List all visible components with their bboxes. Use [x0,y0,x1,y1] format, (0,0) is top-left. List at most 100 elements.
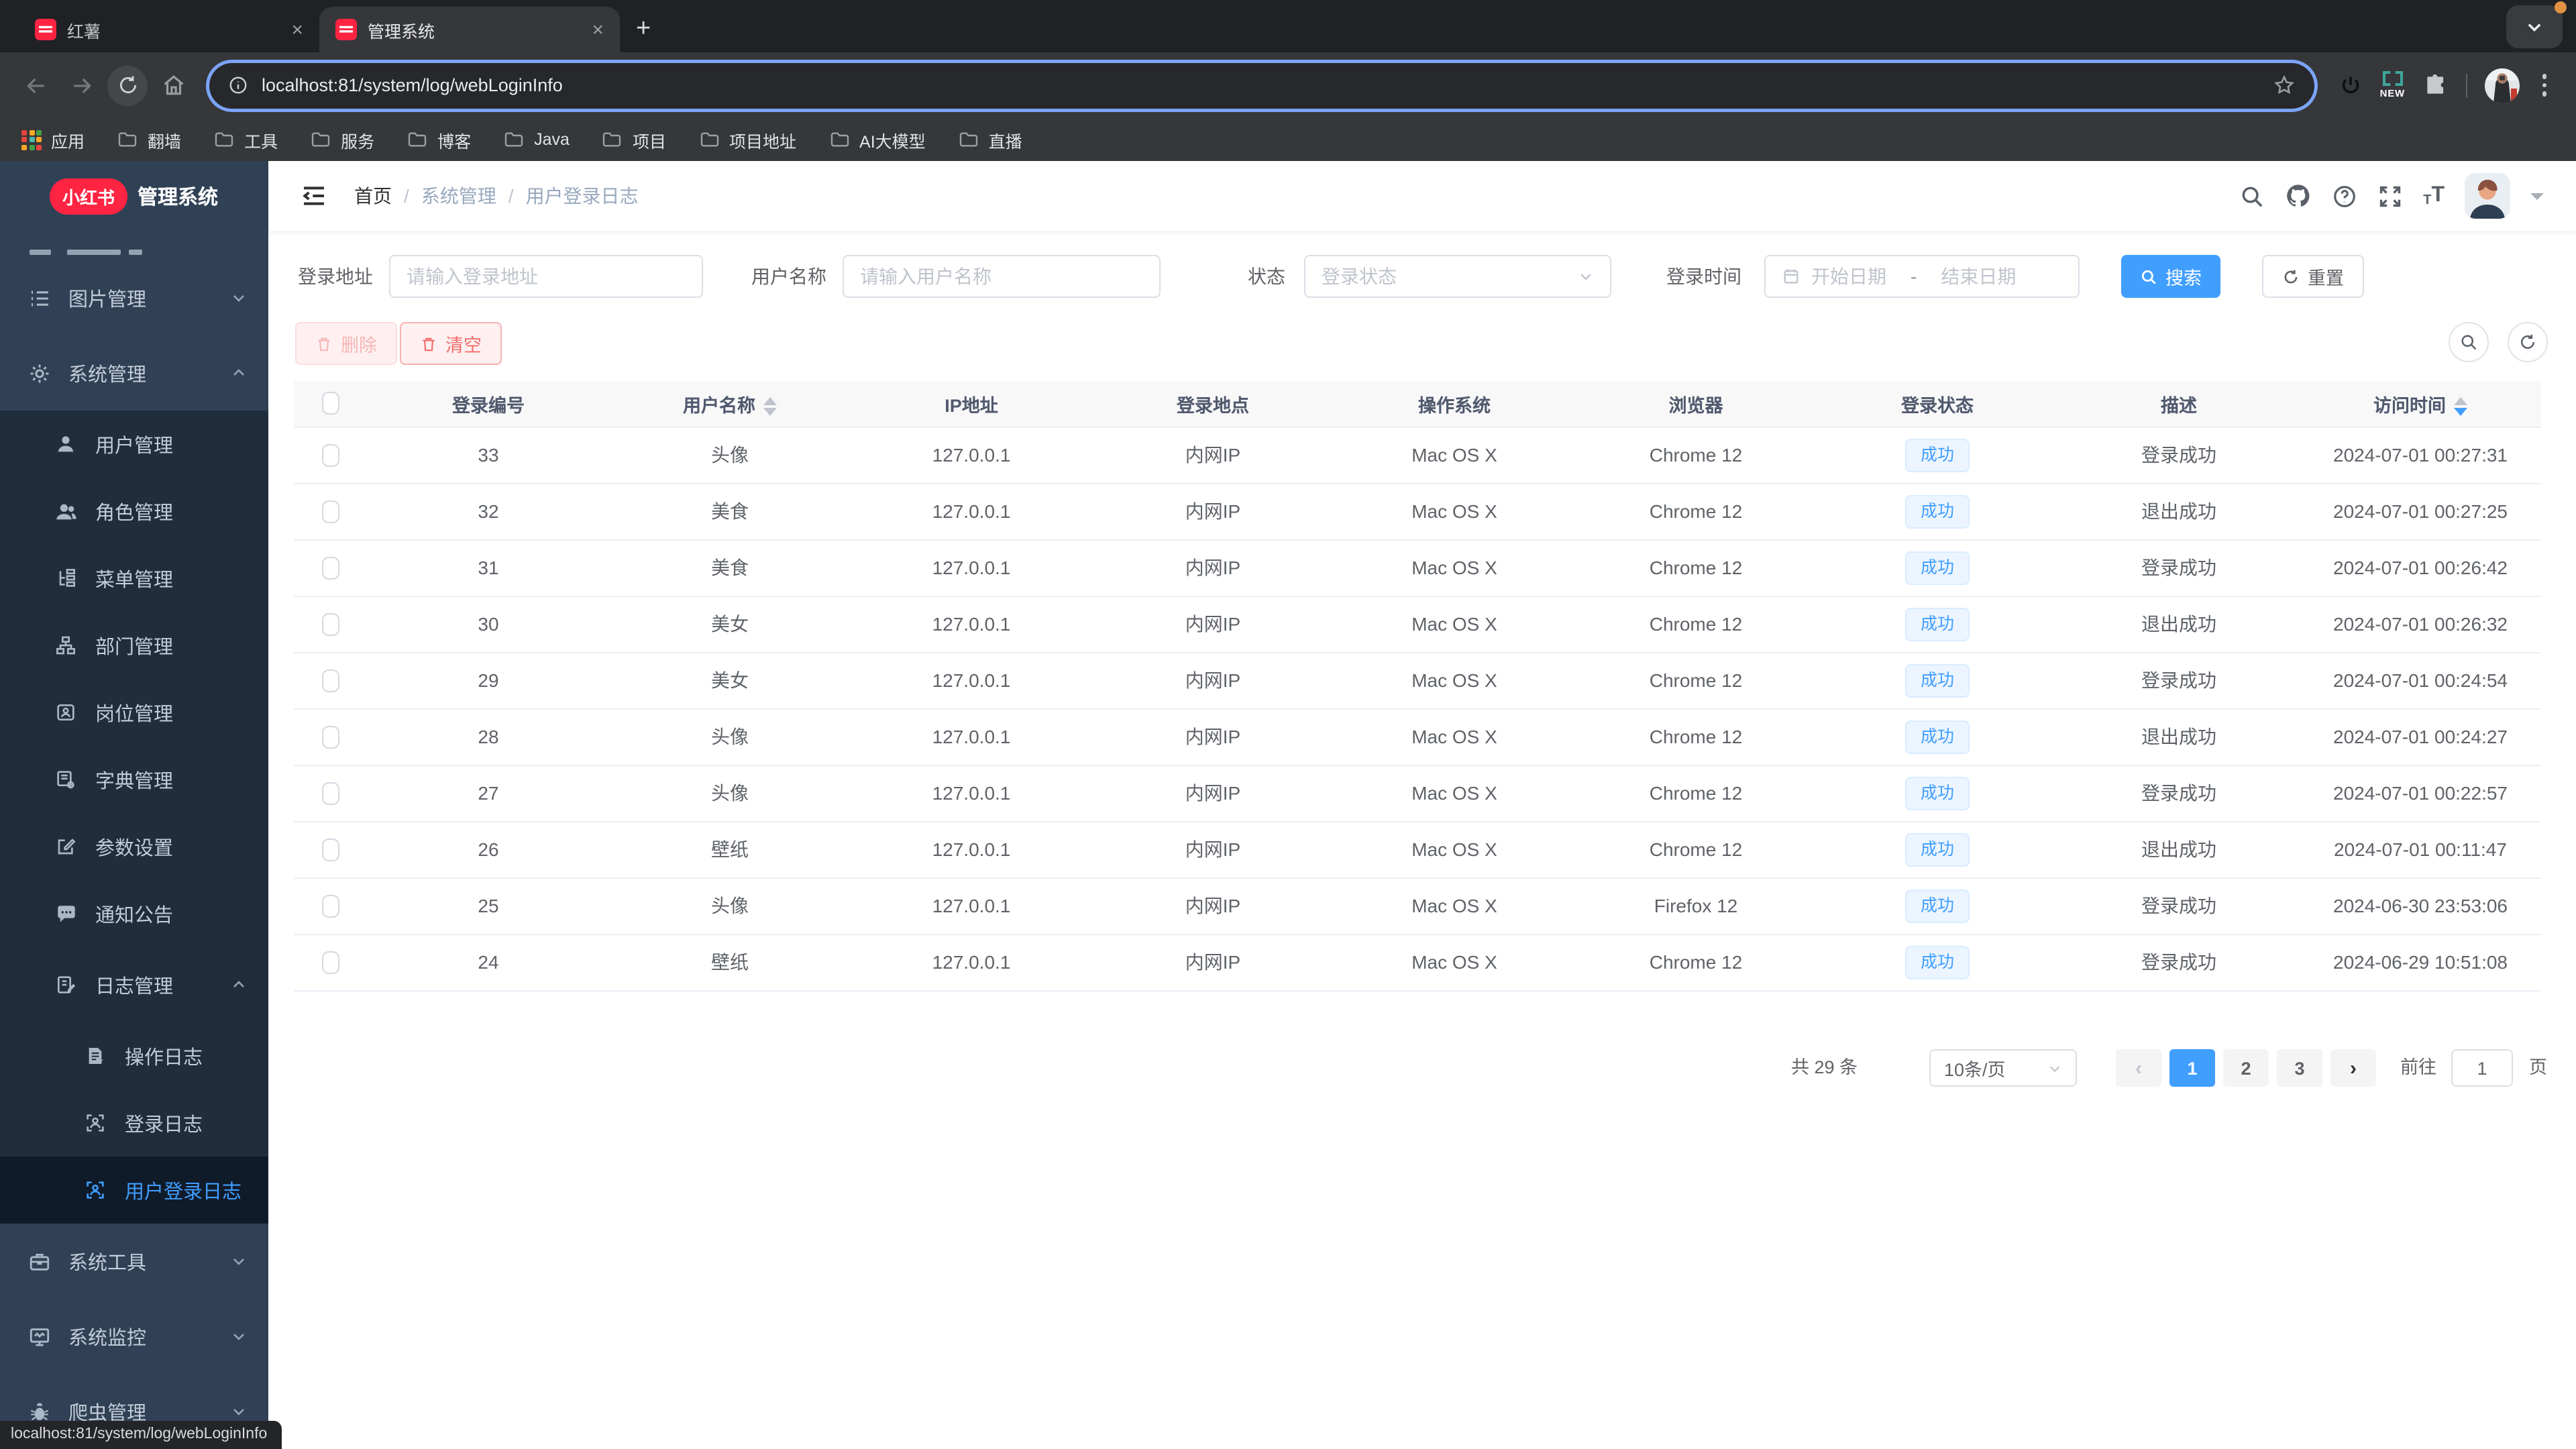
org-icon [54,633,78,657]
bookmark-ai-models[interactable]: AI大模型 [828,127,926,152]
sidebar-item-login-log[interactable]: 登录日志 [0,1089,268,1157]
cell-login-id: 33 [368,427,609,484]
extensions-puzzle-icon[interactable] [2422,72,2448,98]
breadcrumb-home[interactable]: 首页 [354,182,392,209]
row-checkbox[interactable] [322,556,339,580]
screenshot-extension-icon[interactable]: NEW [2380,71,2405,99]
dict-icon [54,767,78,792]
browser-profile-avatar[interactable] [2484,68,2519,103]
reload-button[interactable] [107,65,148,105]
page-button-3[interactable]: 3 [2277,1049,2322,1087]
bookmark-project[interactable]: 项目 [602,127,666,152]
sidebar-item-param-settings[interactable]: 参数设置 [0,813,268,880]
sidebar-item-notice[interactable]: 通知公告 [0,880,268,947]
sidebar-item-operation-log[interactable]: 操作日志 [0,1022,268,1089]
row-checkbox[interactable] [322,725,339,749]
bookmark-project-url[interactable]: 项目地址 [698,127,796,152]
bookmark-blog[interactable]: 博客 [407,127,471,152]
sort-icons[interactable] [763,397,777,417]
bookmark-services[interactable]: 服务 [310,127,374,152]
clear-button[interactable]: 清空 [400,322,502,365]
url-bar[interactable]: localhost:81/system/log/webLoginInfo [209,62,2314,108]
sidebar-item-role-management[interactable]: 角色管理 [0,478,268,545]
sidebar-item-clipped[interactable] [0,231,268,260]
sidebar-item-user-login-log[interactable]: 用户登录日志 [0,1157,268,1224]
power-extension-icon[interactable] [2339,73,2363,97]
tab-xiaohongshu[interactable]: 红薯 × [19,7,319,52]
row-checkbox[interactable] [322,894,339,918]
sidebar-item-log-management[interactable]: 日志管理 [0,947,268,1022]
sidebar-item-image-management[interactable]: 图片管理 [0,260,268,335]
browser-menu-icon[interactable] [2536,74,2552,97]
row-checkbox[interactable] [322,838,339,861]
bookmark-tools[interactable]: 工具 [213,127,278,152]
next-page-button[interactable]: › [2330,1049,2376,1087]
sidebar-item-label: 系统工具 [68,1252,146,1274]
date-range-picker[interactable]: 开始日期 - 结束日期 [1764,255,2080,298]
bookmark-apps[interactable]: 应用 [21,127,85,152]
search-button[interactable]: 搜索 [2121,255,2220,298]
bookmark-star-icon[interactable] [2273,74,2296,97]
cell-login-status: 成功 [1817,539,2058,596]
bookmark-java[interactable]: Java [503,129,570,150]
fullscreen-icon[interactable] [2377,183,2403,209]
row-checkbox[interactable] [322,951,339,974]
sort-icons[interactable] [2454,397,2467,417]
cell-access-time: 2024-07-01 00:26:42 [2300,539,2541,596]
breadcrumb-system[interactable]: 系统管理 [421,182,496,209]
sidebar-item-dept-management[interactable]: 部门管理 [0,612,268,679]
column-header-user-name[interactable]: 用户名称 [609,381,851,427]
row-checkbox[interactable] [322,500,339,523]
row-checkbox[interactable] [322,782,339,805]
row-checkbox[interactable] [322,669,339,692]
sidebar-item-user-management[interactable]: 用户管理 [0,411,268,478]
folder-icon [503,129,525,150]
avatar-caret-icon[interactable] [2530,193,2544,206]
cell-access-time: 2024-07-01 00:22:57 [2300,765,2541,822]
cell-access-time: 2024-07-01 00:26:32 [2300,596,2541,653]
search-icon[interactable] [2239,183,2265,209]
tab-close-icon[interactable]: × [288,19,306,40]
sidebar-item-post-management[interactable]: 岗位管理 [0,679,268,746]
cell-description: 登录成功 [2058,934,2300,991]
reset-button[interactable]: 重置 [2262,255,2364,298]
tab-admin-system[interactable]: 管理系统 × [319,7,620,52]
tab-close-icon[interactable]: × [589,19,606,40]
github-icon[interactable] [2285,182,2312,209]
table-refresh-button[interactable] [2508,322,2548,362]
new-tab-button[interactable]: + [620,15,667,52]
sidebar-item-system-tools[interactable]: 系统工具 [0,1224,268,1299]
cell-os: Mac OS X [1334,934,1575,991]
page-button-1[interactable]: 1 [2169,1049,2215,1087]
column-header-access-time[interactable]: 访问时间 [2300,381,2541,427]
goto-page-input[interactable] [2451,1049,2513,1087]
font-size-icon[interactable]: TT [2423,184,2445,208]
select-all-checkbox[interactable] [322,392,339,415]
window-chevron-button[interactable] [2506,1,2567,48]
table-row: 28 头像 127.0.0.1 内网IP Mac OS X Chrome 12 成功 退出成功… [294,708,2541,765]
table-search-toggle-button[interactable] [2449,322,2489,362]
help-icon[interactable] [2332,183,2357,209]
delete-button[interactable]: 删除 [295,322,397,365]
row-checkbox[interactable] [322,443,339,467]
sidebar-item-system-management[interactable]: 系统管理 [0,335,268,411]
sidebar-toggle-icon[interactable] [301,182,327,209]
back-button[interactable] [16,65,56,105]
user-avatar[interactable] [2465,173,2510,219]
page-button-2[interactable]: 2 [2223,1049,2269,1087]
page-size-select[interactable]: 10条/页 [1929,1049,2077,1087]
site-info-icon[interactable] [228,75,248,95]
user-name-input[interactable]: 请输入用户名称 [843,255,1161,298]
monitor-icon [27,1324,51,1348]
sidebar-item-menu-management[interactable]: 菜单管理 [0,545,268,612]
row-checkbox[interactable] [322,612,339,636]
bookmark-fanqiang[interactable]: 翻墙 [117,127,181,152]
sidebar-item-dict-management[interactable]: 字典管理 [0,746,268,813]
home-button[interactable] [153,65,193,105]
sidebar-item-system-monitor[interactable]: 系统监控 [0,1299,268,1374]
status-select[interactable]: 登录状态 [1304,255,1611,298]
forward-button[interactable] [62,65,102,105]
login-address-input[interactable]: 请输入登录地址 [389,255,703,298]
prev-page-button[interactable]: ‹ [2116,1049,2161,1087]
bookmark-live[interactable]: 直播 [958,127,1022,152]
